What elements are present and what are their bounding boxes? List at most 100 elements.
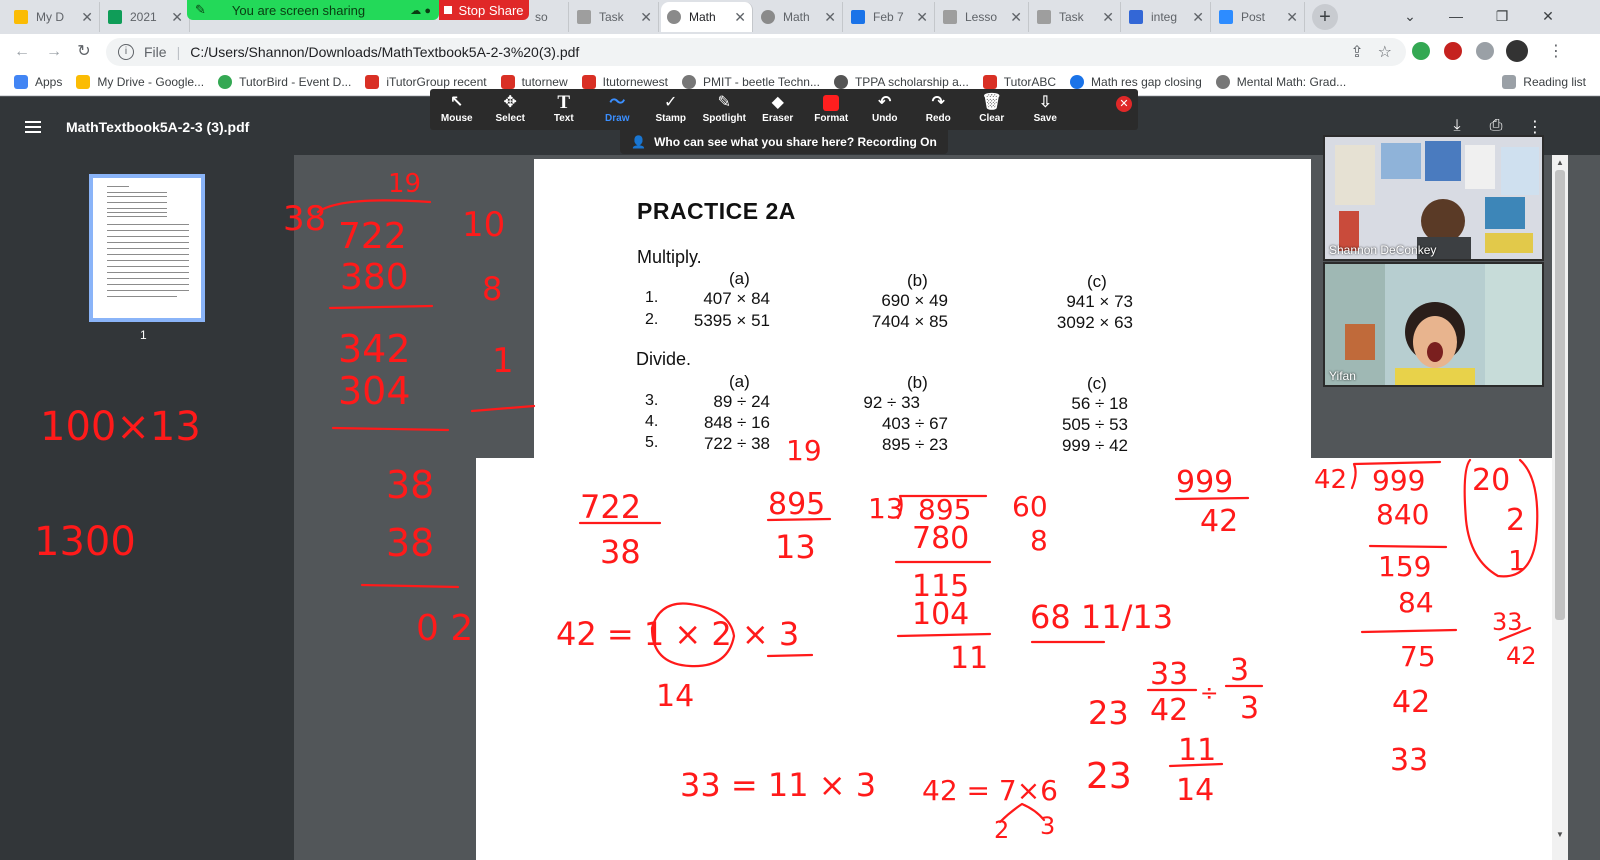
ink-partial-quotient: 2 (1506, 503, 1525, 538)
tool-eraser[interactable]: ◆ Eraser (751, 89, 805, 130)
ink-final-remainder: 0 2 (416, 608, 473, 649)
tool-format[interactable]: Format (805, 89, 859, 130)
ink-factorization: 33 = 11 × 3 (680, 766, 876, 804)
ink-denominator: 13 (775, 528, 816, 566)
ink-factorization: 42 = 1 × 2 × 3 (556, 615, 799, 653)
spotlight-wand-icon: ✎ (717, 94, 731, 111)
recording-notice[interactable]: 👤 Who can see what you share here? Recor… (620, 130, 948, 154)
ink-denominator: 42 (1200, 504, 1238, 539)
ink-divisor: 13 (868, 492, 904, 525)
ink-side-note: 100×13 (40, 404, 201, 450)
participant-name: Shannon DeConkey (1329, 243, 1437, 257)
ink-line (331, 426, 450, 432)
ink-denominator: 42 (1506, 642, 1537, 670)
ink-fraction-bar (766, 517, 832, 522)
ink-factor: 3 (1040, 812, 1055, 840)
color-swatch-icon (823, 95, 840, 111)
ink-subtract-3: 38 (386, 521, 434, 565)
tool-mouse[interactable]: ↖ Mouse (430, 89, 484, 130)
tool-label: Save (1033, 113, 1057, 124)
ink-partial-quotient: 8 (482, 270, 502, 308)
tool-label: Select (495, 113, 525, 124)
ink-subtract: 780 (912, 521, 969, 556)
ink-partial-quotient: 1 (1508, 544, 1526, 577)
close-annotation-icon[interactable]: ✕ (1116, 96, 1132, 112)
ink-remainder-1: 342 (338, 327, 411, 371)
ink-product: 14 (656, 679, 694, 714)
redo-icon: ↷ (931, 94, 945, 111)
annotation-toolbar: ↖ Mouse ✥ Select T Text 〜 Draw ✓ Stamp ✎ Spotl… (430, 89, 1138, 130)
ink-subtract: 104 (912, 597, 969, 632)
tool-stamp[interactable]: ✓ Stamp (644, 89, 698, 130)
ink-numerator: 11 (1178, 733, 1216, 768)
ink-line (470, 404, 536, 413)
ink-numerator: 722 (580, 488, 641, 526)
ink-remainder: 11 (950, 641, 988, 676)
ink-side-note: 1300 (34, 519, 136, 565)
tool-clear[interactable]: 🗑 Clear (965, 89, 1019, 130)
save-download-icon: ⇩ (1038, 94, 1052, 111)
participant-video[interactable]: Shannon DeConkey (1323, 135, 1544, 261)
participant-video-frame (1325, 264, 1542, 385)
tool-label: Format (814, 113, 849, 124)
ink-whole: 23 (1086, 756, 1132, 797)
tool-label: Spotlight (702, 113, 746, 124)
ink-subtract: 42 (1392, 685, 1430, 720)
tool-label: Draw (605, 113, 630, 124)
ink-factor: 2 (994, 816, 1009, 844)
ink-partial-quotient: 60 (1012, 490, 1048, 523)
ink-denominator: 14 (1176, 773, 1214, 808)
ink-remainder: 33 (1390, 743, 1428, 778)
ink-division-bracket (316, 199, 432, 214)
ink-partial-quotient: 8 (1030, 524, 1048, 557)
participant-video[interactable]: Yifan (1323, 262, 1544, 387)
ink-subtract: 84 (1398, 586, 1434, 619)
ink-mixed-number: 68 11/13 (1030, 598, 1173, 636)
ink-numerator: 999 (1176, 465, 1233, 500)
checkmark-icon: ✓ (664, 94, 678, 111)
ink-line (360, 583, 460, 589)
ink-line (766, 653, 814, 658)
ink-divisor: 42 (1314, 465, 1347, 495)
eraser-icon: ◆ (771, 94, 784, 111)
ink-divide-sign: ÷ (1200, 681, 1218, 706)
people-icon: 👤 (631, 135, 647, 149)
ink-subtract: 840 (1376, 498, 1429, 531)
ink-subtract-1: 380 (340, 257, 409, 298)
participant-name: Yifan (1329, 369, 1356, 383)
cursor-icon: ↖ (450, 94, 464, 111)
tool-undo[interactable]: ↶ Undo (858, 89, 912, 130)
move-icon: ✥ (503, 94, 517, 111)
ink-line (1360, 628, 1458, 634)
trash-icon: 🗑 (981, 94, 1002, 111)
tool-label: Redo (925, 113, 951, 124)
ink-numerator: 33 (1150, 657, 1188, 692)
ink-denominator: 38 (600, 533, 641, 571)
tool-label: Mouse (440, 113, 473, 124)
tool-spotlight[interactable]: ✎ Spotlight (698, 89, 752, 130)
squiggle-icon: 〜 (609, 94, 626, 111)
tool-label: Stamp (655, 113, 687, 124)
ink-remainder: 159 (1378, 550, 1431, 583)
ink-line (896, 632, 992, 638)
ink-partial-quotient: 20 (1472, 463, 1510, 498)
ink-quotient: 19 (388, 169, 421, 199)
tool-label: Eraser (762, 113, 794, 124)
ink-fraction-bar (1174, 496, 1250, 501)
ink-note: 19 (786, 434, 822, 467)
tool-draw[interactable]: 〜 Draw (591, 89, 645, 130)
ink-remainder: 75 (1400, 640, 1436, 673)
ink-subtract-2: 304 (338, 369, 411, 413)
ink-numerator: 895 (768, 487, 825, 522)
tool-redo[interactable]: ↷ Redo (912, 89, 966, 130)
tool-label: Text (553, 113, 574, 124)
tool-text[interactable]: T Text (537, 89, 591, 130)
ink-whole: 23 (1088, 694, 1129, 732)
undo-icon: ↶ (878, 94, 892, 111)
ink-partial-quotient: 10 (462, 205, 505, 245)
tool-select[interactable]: ✥ Select (484, 89, 538, 130)
ink-divisor: 38 (283, 199, 326, 239)
tool-save[interactable]: ⇩ Save (1019, 89, 1073, 130)
ink-line (1368, 544, 1448, 549)
ink-dividend: 999 (1372, 464, 1425, 497)
